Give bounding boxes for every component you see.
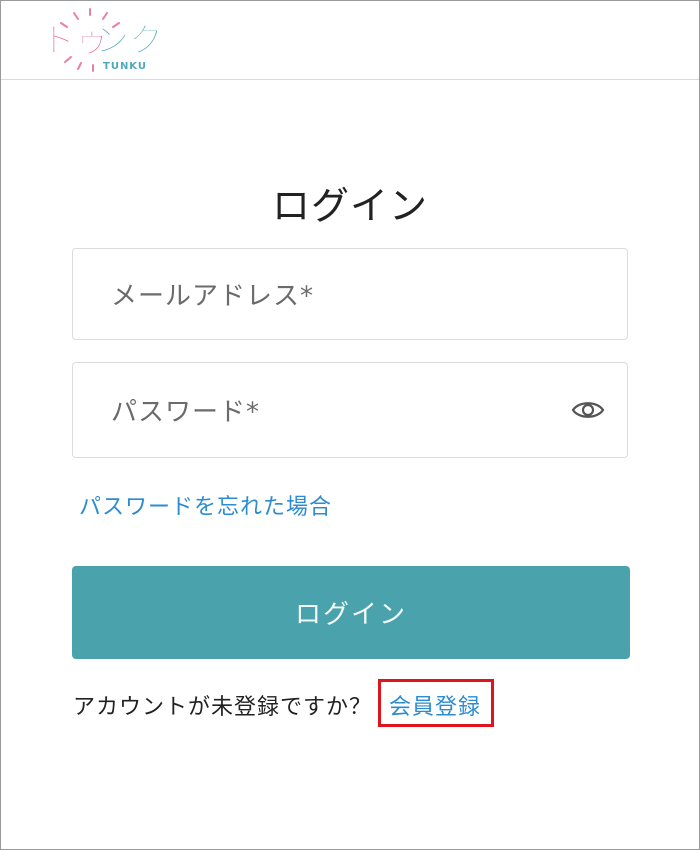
register-link[interactable]: 会員登録 (389, 689, 481, 721)
eye-icon[interactable] (571, 399, 605, 421)
logo-subtitle: TUNKU (103, 61, 147, 72)
app-frame: トゥ ンク TUNKU ログイン メールアドレス* パスワード* パスワードを忘… (0, 0, 700, 850)
password-placeholder: パスワード* (111, 397, 261, 428)
header-bar: トゥ ンク TUNKU (1, 1, 699, 80)
svg-text:ンク: ンク (95, 21, 163, 61)
password-field[interactable]: パスワード* (72, 362, 628, 458)
tunku-logo[interactable]: トゥ ンク TUNKU (35, 7, 165, 73)
email-field[interactable]: メールアドレス* (72, 248, 628, 340)
signup-prompt: アカウントが未登録ですか？ (73, 695, 373, 720)
login-button[interactable]: ログイン (72, 566, 630, 659)
forgot-password-link[interactable]: パスワードを忘れた場合 (79, 489, 332, 521)
email-placeholder: メールアドレス* (111, 281, 315, 312)
page-title: ログイン (271, 184, 428, 228)
